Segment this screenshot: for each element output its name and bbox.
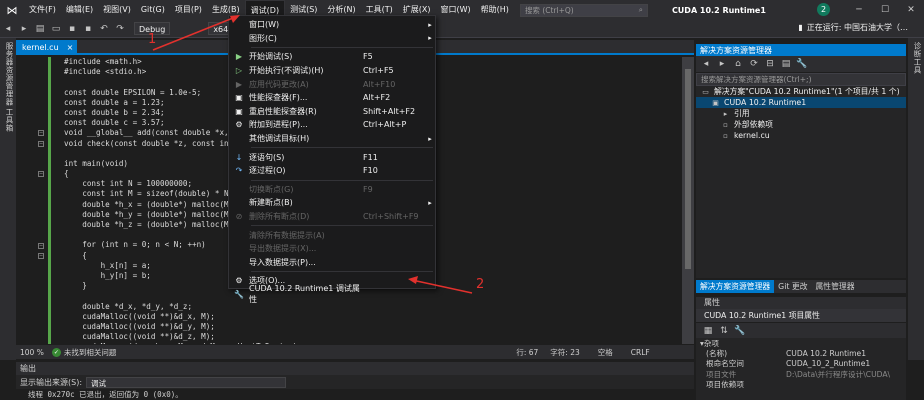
annotation-arrow-1 [152,15,239,51]
annotation-number-2: 2 [476,277,485,292]
annotation-arrow-2 [411,279,473,294]
annotation-arrowhead-2 [408,276,418,284]
annotation-arrows [152,15,473,294]
annotation-arrowhead-1 [230,15,240,23]
annotation-number-1: 1 [148,32,157,47]
